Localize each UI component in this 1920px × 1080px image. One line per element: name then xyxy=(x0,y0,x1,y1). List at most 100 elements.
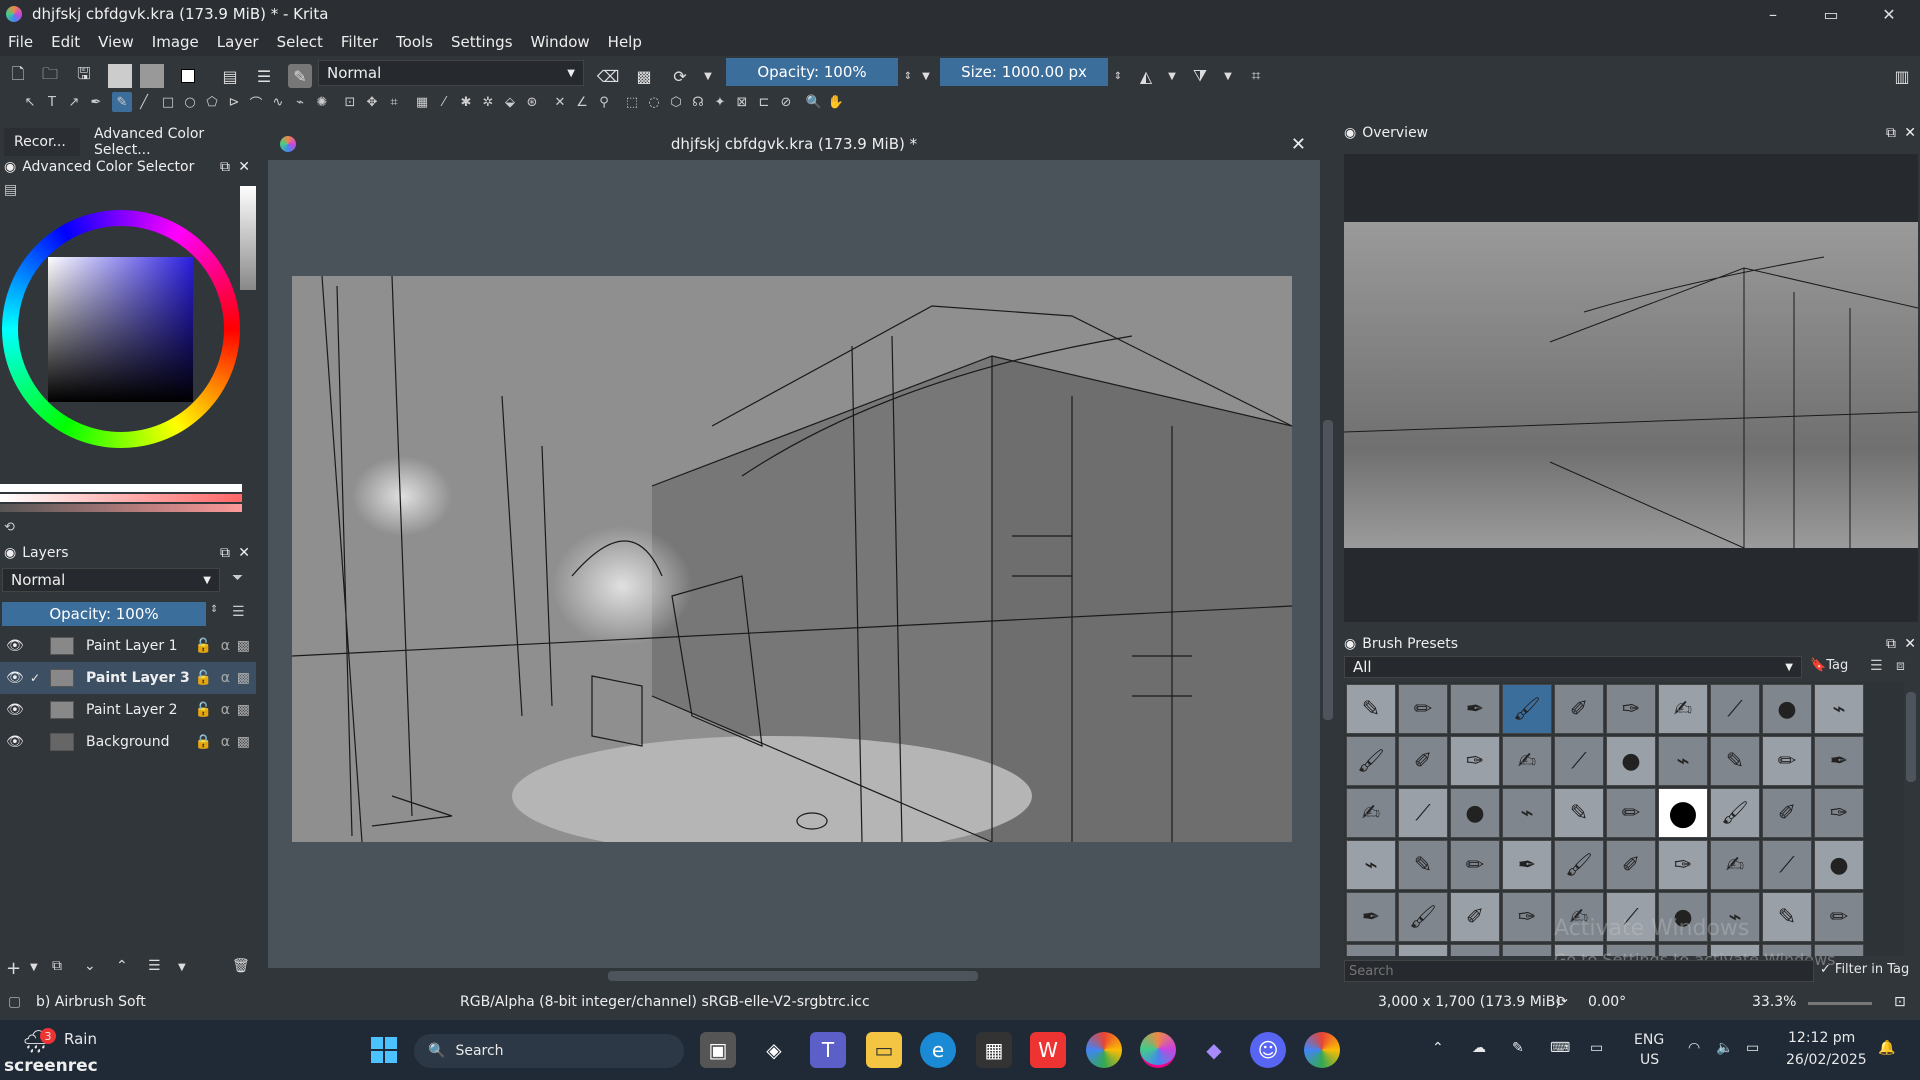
brush-filter-dropdown[interactable]: All ▼ xyxy=(1344,656,1802,678)
horizontal-scrollbar[interactable] xyxy=(268,968,1336,984)
brush-preset-tile[interactable]: ● xyxy=(1658,788,1708,838)
filter-icon[interactable]: ⏷ xyxy=(232,570,243,586)
brush-preset-tile[interactable]: ✑ xyxy=(1450,736,1500,786)
menu-select[interactable]: Select xyxy=(277,33,323,51)
app-icon[interactable]: ◆ xyxy=(1196,1032,1232,1068)
chevron-down-icon[interactable]: ▼ xyxy=(1216,64,1240,88)
gradient-icon[interactable] xyxy=(108,64,132,88)
float-icon[interactable]: ⧉ xyxy=(220,545,230,561)
lock-icon[interactable]: 🔒 xyxy=(195,734,212,750)
magnetic-select-icon[interactable]: ⊘ xyxy=(776,92,796,112)
language-secondary[interactable]: US xyxy=(1640,1052,1659,1068)
brush-scrollbar[interactable] xyxy=(1904,682,1918,956)
brush-preset-tile[interactable]: ✒ xyxy=(1346,892,1396,942)
inherit-alpha-icon[interactable]: ▩ xyxy=(237,638,250,654)
brush-preset-tile[interactable]: ✐ xyxy=(1554,684,1604,734)
taskbar-search[interactable]: 🔍 Search xyxy=(414,1034,684,1068)
rect-select-icon[interactable]: ⬚ xyxy=(622,92,642,112)
brush-preset-tile[interactable]: ✎ xyxy=(1710,736,1760,786)
wifi-icon[interactable]: ◠ xyxy=(1688,1040,1700,1056)
fg-bg-color-icon[interactable] xyxy=(176,64,200,88)
crop-tool-icon[interactable]: ⌗ xyxy=(384,92,404,112)
shade-slider-1[interactable] xyxy=(0,484,242,492)
storage-icon[interactable]: ⧈ xyxy=(1896,658,1905,674)
color-selector-menu-icon[interactable]: ▤ xyxy=(4,182,26,204)
float-icon[interactable]: ⧉ xyxy=(1886,125,1896,141)
menu-edit[interactable]: Edit xyxy=(51,33,80,51)
brush-preset-tile[interactable]: ⟋ xyxy=(1398,788,1448,838)
brush-preset-tile[interactable]: ✒ xyxy=(1814,736,1864,786)
brush-preset-tile[interactable]: ✏ xyxy=(1606,788,1656,838)
tag-button[interactable]: 🔖 Tag xyxy=(1810,658,1848,673)
edit-shape-icon[interactable]: ↗ xyxy=(64,92,84,112)
brush-preset-tile[interactable]: ✍ xyxy=(1502,736,1552,786)
volume-icon[interactable]: 🔈 xyxy=(1716,1040,1733,1056)
zoom-slider[interactable] xyxy=(1808,1002,1872,1005)
file-explorer-icon[interactable]: ▭ xyxy=(866,1032,902,1068)
brush-preset-tile[interactable]: ✏ xyxy=(1762,736,1812,786)
polygon-tool-icon[interactable]: ⬠ xyxy=(202,92,222,112)
size-slider[interactable]: Size: 1000.00 px xyxy=(940,58,1108,86)
shade-slider-3[interactable] xyxy=(0,504,242,512)
chevron-down-icon[interactable]: ▼ xyxy=(1160,64,1184,88)
text-tool-icon[interactable]: T xyxy=(42,92,62,112)
layer-row[interactable]: 👁 Background 🔒 α ▩ xyxy=(0,726,256,758)
menu-help[interactable]: Help xyxy=(608,33,642,51)
save-icon[interactable]: 🖫 xyxy=(72,64,96,88)
inherit-alpha-icon[interactable]: ▩ xyxy=(237,734,250,750)
visibility-eye-icon[interactable]: 👁 xyxy=(6,638,24,654)
overview-thumbnail[interactable] xyxy=(1343,222,1919,549)
brush-preset-tile[interactable]: ✐ xyxy=(1398,736,1448,786)
brush-preset-tile[interactable]: ✑ xyxy=(1502,892,1552,942)
krita-taskbar-icon[interactable] xyxy=(1140,1032,1176,1068)
select-shape-icon[interactable]: ↖ xyxy=(20,92,40,112)
brush-preset-tile[interactable]: 🖌 xyxy=(1502,684,1552,734)
brush-preset-tile[interactable]: ● xyxy=(1450,788,1500,838)
brush-preset-tile[interactable]: ✎ xyxy=(1398,840,1448,890)
refresh-icon[interactable]: ⟲ xyxy=(4,520,15,535)
brush-preset-tile[interactable]: 🖌 xyxy=(1710,788,1760,838)
assistant-tool-icon[interactable]: ✕ xyxy=(550,92,570,112)
transform-tool-icon[interactable]: ⊡ xyxy=(340,92,360,112)
enclose-fill-icon[interactable]: ⊛ xyxy=(522,92,542,112)
multibrush-icon[interactable]: ✺ xyxy=(312,92,332,112)
ellipse-select-icon[interactable]: ◌ xyxy=(644,92,664,112)
close-docker-icon[interactable]: ✕ xyxy=(238,159,250,175)
zoom-tool-icon[interactable]: 🔍 xyxy=(804,92,824,112)
brush-preset-tile[interactable]: ● xyxy=(1606,736,1656,786)
wrap-around-icon[interactable]: ⌗ xyxy=(1244,64,1268,88)
layer-options-icon[interactable]: ☰ xyxy=(232,604,245,620)
pen-icon[interactable]: ✎ xyxy=(1512,1040,1524,1056)
freehand-path-icon[interactable]: ∿ xyxy=(268,92,288,112)
blend-mode-dropdown[interactable]: Normal ▼ xyxy=(318,60,584,86)
windows-start-icon[interactable] xyxy=(366,1032,402,1068)
brush-preset-tile[interactable]: ✒ xyxy=(1502,840,1552,890)
discord-icon[interactable]: ☺ xyxy=(1250,1032,1286,1068)
chevron-down-icon[interactable]: ▼ xyxy=(178,962,186,973)
lock-icon[interactable]: 🔓 xyxy=(195,702,212,718)
colorize-mask-icon[interactable]: ✲ xyxy=(478,92,498,112)
freehand-brush-icon[interactable]: ✎ xyxy=(112,92,132,112)
visibility-eye-icon[interactable]: 👁 xyxy=(6,670,24,686)
delete-layer-icon[interactable]: 🗑 xyxy=(232,958,250,974)
brush-preset-tile[interactable]: ✐ xyxy=(1606,840,1656,890)
alpha-icon[interactable]: α xyxy=(221,670,230,686)
close-document-button[interactable]: ✕ xyxy=(1291,134,1306,155)
chevron-down-icon[interactable]: ▼ xyxy=(30,962,38,973)
size-stepper-icon[interactable]: ⇕ xyxy=(1106,64,1130,88)
mirror-horizontal-icon[interactable]: ◭ xyxy=(1134,64,1158,88)
brush-preset-tile[interactable]: ✍ xyxy=(1346,788,1396,838)
brush-preset-tile[interactable]: ✑ xyxy=(1814,788,1864,838)
alpha-icon[interactable]: α xyxy=(221,638,230,654)
gradient-tool-icon[interactable]: ▦ xyxy=(412,92,432,112)
alpha-lock-icon[interactable]: ▩ xyxy=(632,64,656,88)
brush-preset-tile[interactable]: ✎ xyxy=(1346,684,1396,734)
close-window-button[interactable]: ✕ xyxy=(1860,0,1918,28)
brush-preset-tile[interactable]: ● xyxy=(1762,684,1812,734)
brush-preset-tile[interactable]: 🖌 xyxy=(1398,892,1448,942)
move-tool-icon[interactable]: ✥ xyxy=(362,92,382,112)
task-view-icon[interactable]: ▣ xyxy=(700,1032,736,1068)
pan-tool-icon[interactable]: ✋ xyxy=(826,92,846,112)
inherit-alpha-icon[interactable]: ▩ xyxy=(237,670,250,686)
minimize-button[interactable]: – xyxy=(1744,0,1802,28)
